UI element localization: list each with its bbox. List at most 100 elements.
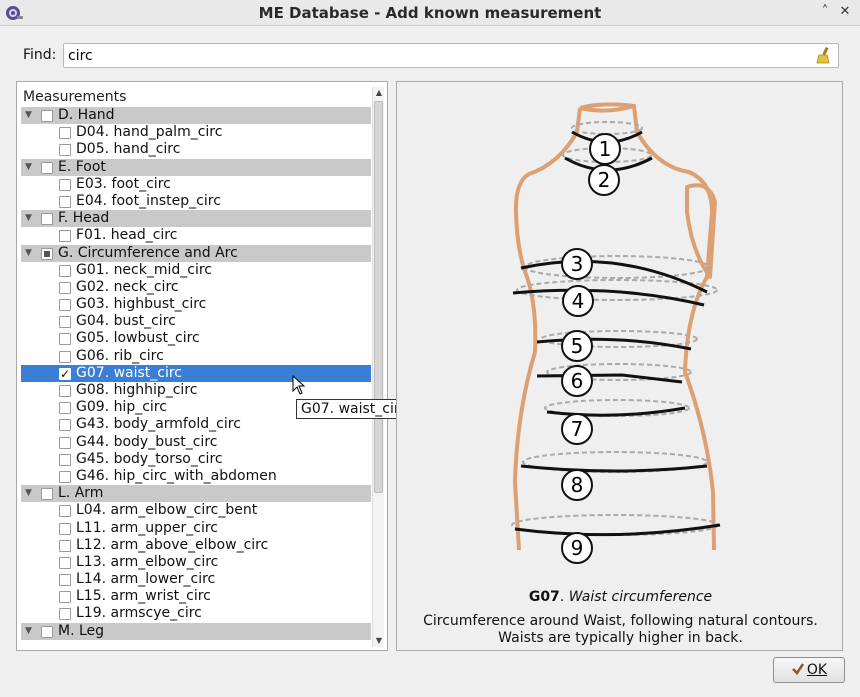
row-checkbox[interactable] (59, 436, 71, 449)
tree-item-row[interactable]: D04. hand_palm_circ (21, 124, 371, 141)
svg-text:6: 6 (571, 369, 584, 393)
tree-item-row[interactable]: L04. arm_elbow_circ_bent (21, 502, 371, 519)
row-checkbox[interactable] (59, 264, 71, 277)
expand-arrow-icon[interactable]: ▼ (25, 107, 35, 124)
row-checkbox[interactable] (59, 556, 71, 569)
row-checkbox[interactable] (41, 488, 53, 501)
measurement-code: G07 (528, 589, 560, 605)
tree-group-row[interactable]: ▼ G. Circumference and Arc (21, 244, 371, 262)
expand-arrow-icon[interactable]: ▼ (25, 210, 35, 227)
svg-text:7: 7 (571, 417, 584, 441)
row-checkbox[interactable] (59, 470, 71, 483)
row-checkbox[interactable] (59, 316, 71, 329)
measurements-tree[interactable]: Measurements ▼ D. Hand D04. hand_palm_circ… (16, 81, 388, 651)
tree-item-row[interactable]: E04. foot_instep_circ (21, 193, 371, 210)
marker-7: 7 (561, 413, 593, 445)
row-checkbox[interactable] (59, 539, 71, 552)
tree-item-row[interactable]: L13. arm_elbow_circ (21, 554, 371, 571)
scroll-thumb[interactable] (374, 101, 383, 493)
find-label: Find: (23, 47, 57, 63)
marker-6: 6 (561, 365, 593, 397)
svg-text:5: 5 (571, 334, 584, 358)
svg-text:9: 9 (571, 536, 584, 560)
row-checkbox[interactable] (59, 230, 71, 243)
row-label: G06. rib_circ (76, 347, 164, 364)
row-checkbox[interactable] (59, 281, 71, 294)
scroll-down-arrow-icon[interactable]: ▼ (373, 635, 385, 647)
tree-item-row[interactable]: L15. arm_wrist_circ (21, 588, 371, 605)
expand-arrow-icon[interactable]: ▼ (25, 623, 35, 640)
tree-group-row[interactable]: ▼ L. Arm (21, 485, 371, 503)
tree-item-row[interactable]: G07. waist_circ (21, 364, 371, 383)
marker-2: 2 (588, 164, 620, 196)
body-figure: 1 2 3 4 5 6 7 8 9 (511, 102, 721, 564)
tree-item-row[interactable]: D05. hand_circ (21, 141, 371, 158)
row-checkbox[interactable] (59, 505, 71, 518)
row-checkbox[interactable] (59, 419, 71, 432)
row-checkbox[interactable] (59, 591, 71, 604)
row-checkbox[interactable] (59, 333, 71, 346)
measurement-title: G07. Waist circumference (528, 589, 713, 605)
row-checkbox[interactable] (59, 366, 71, 383)
row-checkbox[interactable] (59, 608, 71, 621)
tree-item-row[interactable]: G05. lowbust_circ (21, 330, 371, 347)
clear-broom-icon[interactable] (815, 46, 833, 64)
row-checkbox[interactable] (59, 385, 71, 397)
row-checkbox[interactable] (59, 144, 71, 157)
tree-item-row[interactable]: E03. foot_circ (21, 176, 371, 193)
row-checkbox[interactable] (59, 195, 71, 208)
tree-item-row[interactable]: G46. hip_circ_with_abdomen (21, 468, 371, 485)
tree-item-row[interactable]: G44. body_bust_circ (21, 434, 371, 451)
row-checkbox[interactable] (41, 110, 53, 122)
tree-group-row[interactable]: ▼ E. Foot (21, 158, 371, 176)
row-checkbox[interactable] (59, 299, 71, 312)
row-checkbox[interactable] (59, 350, 71, 363)
row-label: G46. hip_circ_with_abdomen (76, 467, 277, 484)
tree-item-row[interactable]: G08. highhip_circ (21, 382, 371, 399)
find-input[interactable] (63, 43, 839, 68)
tree-item-row[interactable]: L19. armscye_circ (21, 605, 371, 622)
tree-group-row[interactable]: ▼ F. Head (21, 210, 371, 228)
row-checkbox[interactable] (59, 574, 71, 587)
row-label: G43. body_armfold_circ (76, 416, 241, 433)
row-checkbox[interactable] (59, 127, 71, 140)
row-checkbox[interactable] (59, 522, 71, 535)
tree-item-row[interactable]: G06. rib_circ (21, 348, 371, 365)
ok-button[interactable]: OK (773, 657, 845, 683)
tree-item-row[interactable]: G02. neck_circ (21, 279, 371, 296)
tree-group-row[interactable]: ▼ D. Hand (21, 107, 371, 125)
expand-arrow-icon[interactable]: ▼ (25, 485, 35, 502)
window-title: ME Database - Add known measurement (258, 4, 602, 22)
row-checkbox[interactable] (41, 161, 53, 174)
tree-item-row[interactable]: G04. bust_circ (21, 313, 371, 330)
svg-text:8: 8 (571, 473, 584, 497)
tree-item-row[interactable]: F01. head_circ (21, 227, 371, 244)
row-label: D04. hand_palm_circ (76, 124, 223, 141)
row-checkbox[interactable] (59, 402, 71, 415)
close-button[interactable]: ✕ (836, 3, 854, 21)
expand-arrow-icon[interactable]: ▼ (25, 159, 35, 176)
scroll-up-arrow-icon[interactable]: ▲ (373, 87, 385, 99)
tree-item-row[interactable]: G45. body_torso_circ (21, 451, 371, 468)
tree-group-row[interactable]: ▼ M. Leg (21, 622, 371, 640)
row-label: E03. foot_circ (76, 175, 171, 192)
tree-item-row[interactable]: L12. arm_above_elbow_circ (21, 537, 371, 554)
row-checkbox[interactable] (41, 213, 53, 226)
row-label: G07. waist_circ (76, 364, 182, 381)
tree-item-row[interactable]: G01. neck_mid_circ (21, 262, 371, 279)
title-bar: ME Database - Add known measurement ˄ ✕ (0, 0, 860, 26)
mouse-pointer-icon (292, 375, 306, 395)
minimize-button[interactable]: ˄ (816, 3, 834, 21)
row-checkbox[interactable] (41, 625, 53, 638)
tree-item-row[interactable]: L14. arm_lower_circ (21, 571, 371, 588)
row-checkbox[interactable] (59, 453, 71, 466)
measurement-name: Waist circumference (568, 589, 713, 605)
tree-scrollbar[interactable]: ▲ ▼ (372, 87, 384, 647)
tree-item-row[interactable]: L11. arm_upper_circ (21, 520, 371, 537)
tree-item-row[interactable]: G03. highbust_circ (21, 296, 371, 313)
row-label: L14. arm_lower_circ (76, 571, 216, 588)
row-checkbox[interactable] (41, 247, 53, 260)
expand-arrow-icon[interactable]: ▼ (25, 245, 35, 262)
row-checkbox[interactable] (59, 178, 71, 191)
row-label: L11. arm_upper_circ (76, 519, 218, 536)
